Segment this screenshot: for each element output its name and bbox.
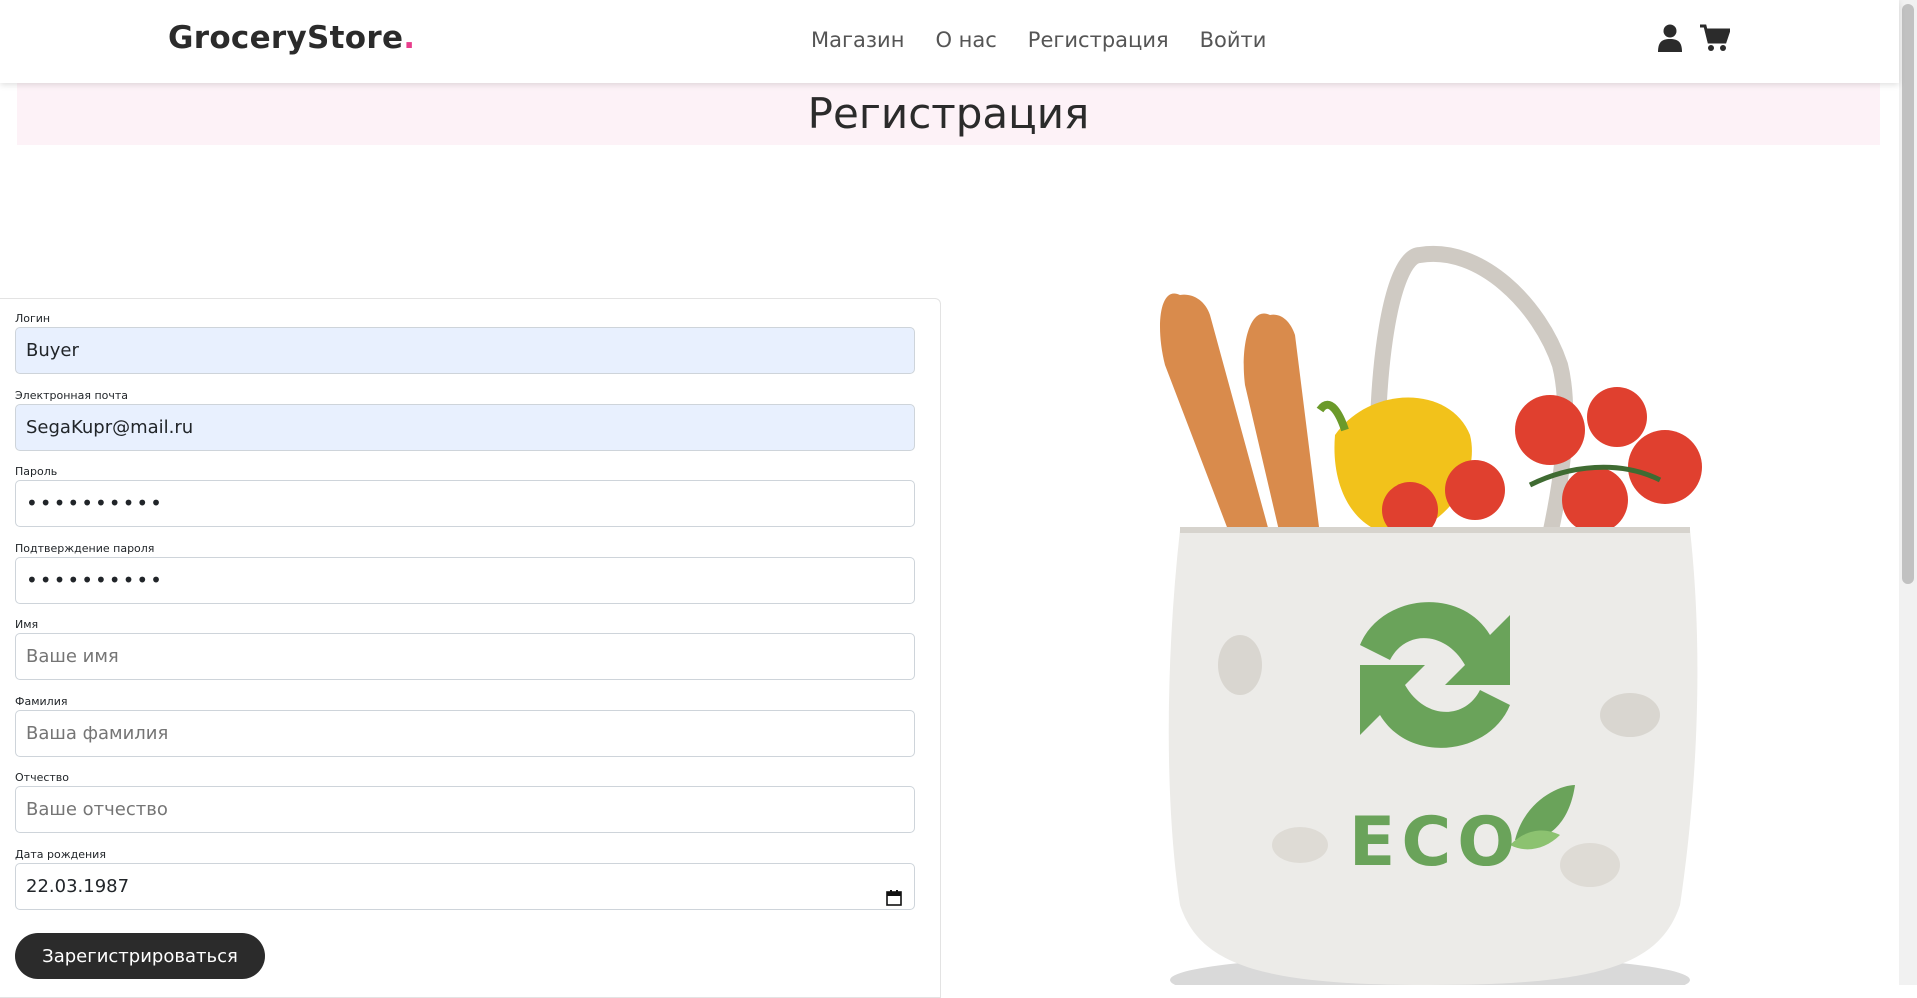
password-input[interactable]: •••••••••• — [15, 480, 915, 527]
brand-text: GroceryStore — [168, 20, 404, 56]
password-field: Пароль •••••••••• — [15, 465, 915, 527]
password-confirm-field: Подтверждение пароля •••••••••• — [15, 542, 915, 604]
page-scrollbar[interactable] — [1899, 0, 1917, 985]
nav-link-register[interactable]: Регистрация — [1028, 28, 1169, 52]
user-icon[interactable] — [1658, 24, 1682, 56]
scrollbar-thumb[interactable] — [1902, 4, 1914, 584]
email-label: Электронная почта — [15, 389, 129, 402]
last-name-field: Фамилия Ваша фамилия — [15, 695, 915, 757]
birth-date-field: Дата рождения 22.03.1987 — [15, 848, 915, 910]
first-name-field: Имя Ваше имя — [15, 618, 915, 680]
birth-date-label: Дата рождения — [15, 848, 106, 861]
login-field: Логин Buyer — [15, 312, 915, 374]
email-input[interactable]: SegaKupr@mail.ru — [15, 404, 915, 451]
register-button[interactable]: Зарегистрироваться — [15, 933, 265, 979]
first-name-label: Имя — [15, 618, 39, 631]
page-header: Регистрация — [17, 83, 1880, 145]
brand-logo[interactable]: GroceryStore. — [168, 20, 415, 56]
password-label: Пароль — [15, 465, 58, 478]
password-confirm-input[interactable]: •••••••••• — [15, 557, 915, 604]
login-input[interactable]: Buyer — [15, 327, 915, 374]
navbar: GroceryStore. Магазин О нас Регистрация … — [0, 0, 1899, 83]
first-name-input[interactable]: Ваше имя — [15, 633, 915, 680]
middle-name-input[interactable]: Ваше отчество — [15, 786, 915, 833]
login-label: Логин — [15, 312, 51, 325]
brand-dot: . — [403, 20, 416, 56]
cart-icon[interactable] — [1700, 24, 1732, 56]
nav-link-about[interactable]: О нас — [935, 28, 996, 52]
last-name-input[interactable]: Ваша фамилия — [15, 710, 915, 757]
nav-link-login[interactable]: Войти — [1200, 28, 1267, 52]
nav-link-shop[interactable]: Магазин — [811, 28, 904, 52]
password-confirm-label: Подтверждение пароля — [15, 542, 155, 555]
page-title: Регистрация — [807, 89, 1090, 138]
birth-date-input[interactable]: 22.03.1987 — [15, 863, 915, 910]
birth-date-value: 22.03.1987 — [26, 876, 130, 897]
email-field: Электронная почта SegaKupr@mail.ru — [15, 389, 915, 451]
middle-name-label: Отчество — [15, 771, 70, 784]
eco-bag-image: ECO — [1120, 245, 1720, 998]
middle-name-field: Отчество Ваше отчество — [15, 771, 915, 833]
last-name-label: Фамилия — [15, 695, 68, 708]
nav-links: Магазин О нас Регистрация Войти — [811, 28, 1266, 52]
eco-logo-text: ECO — [1349, 803, 1521, 882]
calendar-icon[interactable] — [886, 878, 902, 923]
